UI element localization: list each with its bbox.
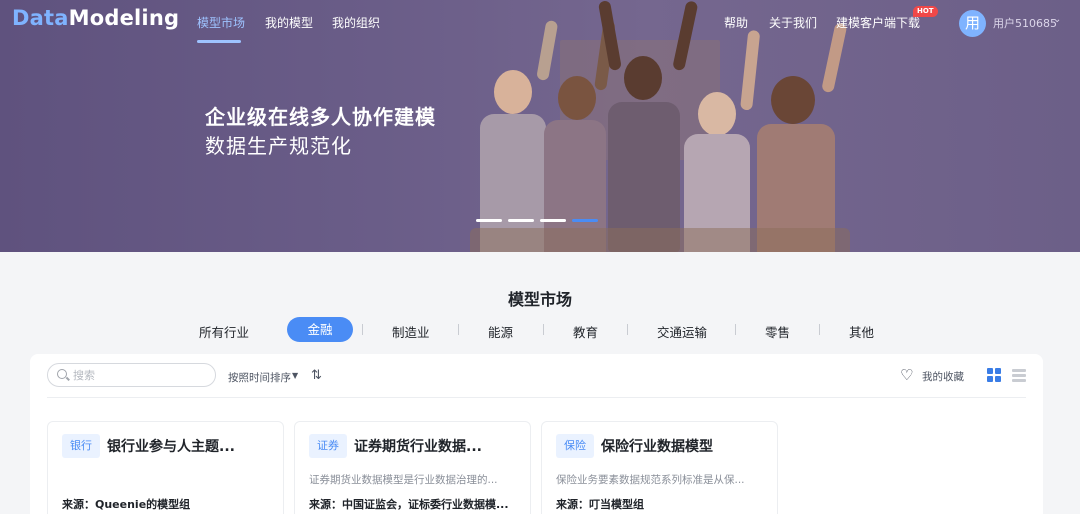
brand-logo[interactable]: DataModeling xyxy=(12,6,179,30)
category-separator xyxy=(458,324,459,335)
category-energy[interactable]: 能源 xyxy=(488,322,513,341)
search-input[interactable] xyxy=(73,367,209,383)
grid-view-icon[interactable] xyxy=(987,368,1001,382)
card-title[interactable]: 银行业参与人主题... xyxy=(107,436,235,456)
category-all[interactable]: 所有行业 xyxy=(199,322,249,341)
category-manufacturing[interactable]: 制造业 xyxy=(392,322,430,341)
category-separator xyxy=(362,324,363,335)
nav-model-market[interactable]: 模型市场 xyxy=(197,14,245,31)
category-other[interactable]: 其他 xyxy=(849,322,874,341)
nav-active-indicator xyxy=(197,40,241,43)
list-view-icon[interactable] xyxy=(1012,369,1026,382)
card-description: 保险业务要素数据规范系列标准是从保... xyxy=(556,474,745,486)
category-separator xyxy=(819,324,820,335)
nav-client-download[interactable]: 建模客户端下载 xyxy=(836,14,920,31)
card-tag: 银行 xyxy=(62,434,100,458)
category-separator xyxy=(627,324,628,335)
carousel-dot-2[interactable] xyxy=(508,219,534,222)
hero-banner: DataModeling 模型市场 我的模型 我的组织 帮助 关于我们 建模客户… xyxy=(0,0,1080,252)
brand-logo-part2: Modeling xyxy=(68,6,180,30)
card-description: 证券期货业数据模型是行业数据治理的... xyxy=(309,474,498,486)
nav-about-us[interactable]: 关于我们 xyxy=(769,14,817,31)
carousel-dot-1[interactable] xyxy=(476,219,502,222)
nav-my-models[interactable]: 我的模型 xyxy=(265,14,313,31)
hot-badge: HOT xyxy=(913,6,938,17)
hero-table xyxy=(470,228,850,252)
card-source: 来源：叮当模型组 xyxy=(556,498,644,511)
carousel-dot-4[interactable] xyxy=(572,219,598,222)
card-source: 来源：中国证监会，证标委行业数据模... xyxy=(309,498,509,511)
search-box[interactable] xyxy=(47,363,216,387)
category-transportation[interactable]: 交通运输 xyxy=(657,322,707,341)
category-finance[interactable]: 金融 xyxy=(287,317,353,342)
model-card[interactable]: 证券 证券期货行业数据... 证券期货业数据模型是行业数据治理的... 来源：中… xyxy=(294,421,531,514)
search-icon xyxy=(57,369,67,379)
card-tag: 保险 xyxy=(556,434,594,458)
card-tag: 证券 xyxy=(309,434,347,458)
carousel-dot-3[interactable] xyxy=(540,219,566,222)
favorites-link[interactable]: 我的收藏 xyxy=(922,369,964,384)
brand-logo-part1: Data xyxy=(12,6,69,30)
model-card[interactable]: 保险 保险行业数据模型 保险业务要素数据规范系列标准是从保... 来源：叮当模型… xyxy=(541,421,778,514)
caret-down-icon[interactable]: ▼ xyxy=(292,371,298,380)
sort-dropdown[interactable]: 按照时间排序 xyxy=(228,370,291,385)
card-source: 来源：Queenie的模型组 xyxy=(62,498,191,511)
category-retail[interactable]: 零售 xyxy=(765,322,790,341)
avatar[interactable]: 用 xyxy=(959,10,986,37)
heart-icon[interactable]: ♡ xyxy=(900,366,913,384)
sort-order-icon[interactable]: ⇅ xyxy=(311,368,322,383)
nav-my-organization[interactable]: 我的组织 xyxy=(332,14,380,31)
card-title[interactable]: 证券期货行业数据... xyxy=(354,436,482,456)
section-title: 模型市场 xyxy=(507,290,572,309)
nav-help[interactable]: 帮助 xyxy=(724,14,748,31)
hero-subtitle: 数据生产规范化 xyxy=(205,134,352,158)
model-card[interactable]: 银行 银行业参与人主题... 来源：Queenie的模型组 xyxy=(47,421,284,514)
category-education[interactable]: 教育 xyxy=(573,322,598,341)
top-navigation: DataModeling 模型市场 我的模型 我的组织 帮助 关于我们 建模客户… xyxy=(0,0,1080,44)
category-separator xyxy=(735,324,736,335)
chevron-down-icon[interactable]: ⌄ xyxy=(1053,14,1061,25)
hero-title: 企业级在线多人协作建模 xyxy=(205,105,436,129)
card-title[interactable]: 保险行业数据模型 xyxy=(601,436,713,456)
user-name[interactable]: 用户510685 xyxy=(993,15,1057,31)
category-separator xyxy=(543,324,544,335)
toolbar-divider xyxy=(47,397,1026,398)
